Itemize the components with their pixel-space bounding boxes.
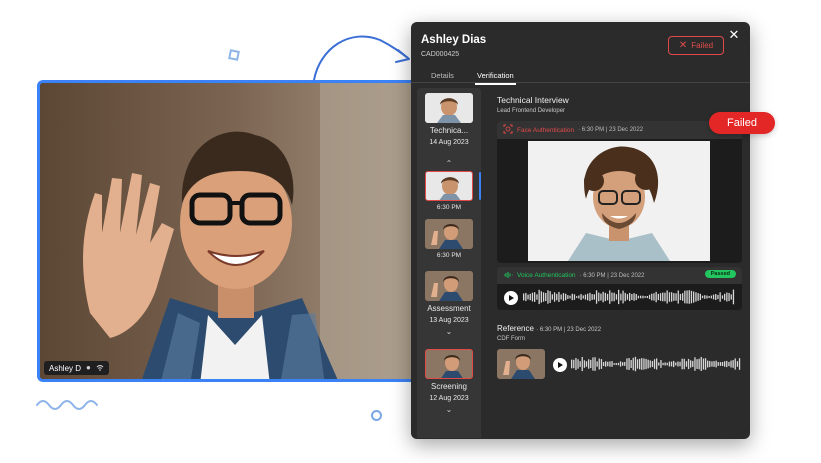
voice-authentication-meta: · 6:30 PM | 23 Dec 2022	[579, 272, 645, 279]
decorative-circle	[371, 410, 382, 421]
participant-video	[40, 83, 420, 379]
reference-thumbnail[interactable]	[497, 349, 545, 379]
reference-title: Reference	[497, 324, 534, 333]
reference-play-button[interactable]	[553, 358, 567, 372]
session-thumbnail-2[interactable]	[425, 219, 473, 249]
participant-name-tag: Ashley D ●	[44, 361, 109, 375]
round-title: Technical Interview	[497, 95, 569, 105]
candidate-id: CAD000425	[421, 51, 460, 58]
session-thumbnail-1[interactable]	[425, 171, 473, 201]
status-failed-label: Failed	[691, 41, 714, 50]
face-authentication-meta: · 6:30 PM | 23 Dec 2022	[578, 127, 644, 133]
voice-play-button[interactable]	[504, 291, 518, 305]
x-icon: ✕	[678, 39, 688, 51]
failed-status-badge: Failed	[709, 112, 775, 134]
participant-name: Ashley D	[49, 363, 82, 373]
face-authentication-card: Face Authentication · 6:30 PM | 23 Dec 2…	[497, 121, 742, 263]
scrollbar-thumb[interactable]	[479, 172, 481, 200]
decorative-square	[228, 49, 240, 61]
voice-authentication-header: Voice Authentication · 6:30 PM | 23 Dec …	[497, 267, 742, 284]
session-time-1: 6:30 PM	[436, 204, 462, 211]
verification-panel: Ashley Dias CAD000425 ✕ Failed ✕ Details…	[411, 22, 750, 439]
session-time-2: 6:30 PM	[436, 252, 462, 259]
round-thumbnail-assessment[interactable]	[425, 271, 473, 301]
round-label-assessment: Assessment	[427, 304, 471, 313]
round-label-technical: Technica...	[429, 126, 469, 135]
round-role: Lead Frontend Developer	[497, 108, 566, 114]
chevron-down-icon[interactable]: ⌄	[417, 406, 481, 414]
round-label-screening: Screening	[430, 382, 468, 391]
close-icon[interactable]: ✕	[727, 28, 741, 42]
tab-details[interactable]: Details	[431, 71, 454, 80]
reference-meta: · 6:30 PM | 23 Dec 2022	[536, 327, 602, 333]
video-tile: Ashley D ●	[37, 80, 423, 382]
voice-status-badge: Passed	[704, 270, 736, 278]
voice-authentication-card: Voice Authentication · 6:30 PM | 23 Dec …	[497, 267, 742, 310]
voice-waveform[interactable]	[523, 289, 735, 307]
candidate-name: Ashley Dias	[421, 34, 487, 46]
chevron-down-icon[interactable]: ⌄	[417, 328, 481, 336]
reference-header: Reference · 6:30 PM | 23 Dec 2022	[497, 324, 601, 333]
face-authentication-header: Face Authentication · 6:30 PM | 23 Dec 2…	[497, 121, 742, 139]
face-authentication-label: Face Authentication	[517, 126, 575, 134]
face-authentication-photo[interactable]	[528, 141, 710, 261]
voice-icon	[503, 271, 513, 281]
reference-form-name: CDF Form	[497, 336, 525, 342]
wifi-icon	[96, 364, 104, 373]
voice-authentication-label: Voice Authentication	[517, 272, 576, 279]
rounds-list: Technica... 14 Aug 2023 ⌃ 6:30 PM 6:30 P…	[417, 88, 481, 438]
face-scan-icon	[503, 124, 513, 136]
tab-verification[interactable]: Verification	[475, 71, 516, 85]
mic-icon: ●	[86, 363, 91, 372]
round-thumbnail-screening[interactable]	[425, 349, 473, 379]
status-failed-button[interactable]: ✕ Failed	[668, 36, 724, 55]
decorative-wave	[36, 400, 98, 410]
chevron-up-icon[interactable]: ⌃	[417, 160, 481, 168]
round-date-screening: 12 Aug 2023	[429, 395, 469, 402]
tab-bar: Details Verification	[411, 69, 750, 85]
round-date-assessment: 13 Aug 2023	[429, 317, 469, 324]
round-thumbnail-technical[interactable]	[425, 93, 473, 123]
round-date-technical: 14 Aug 2023	[429, 139, 469, 146]
reference-waveform[interactable]	[571, 356, 741, 374]
decorative-arrow	[313, 35, 410, 81]
